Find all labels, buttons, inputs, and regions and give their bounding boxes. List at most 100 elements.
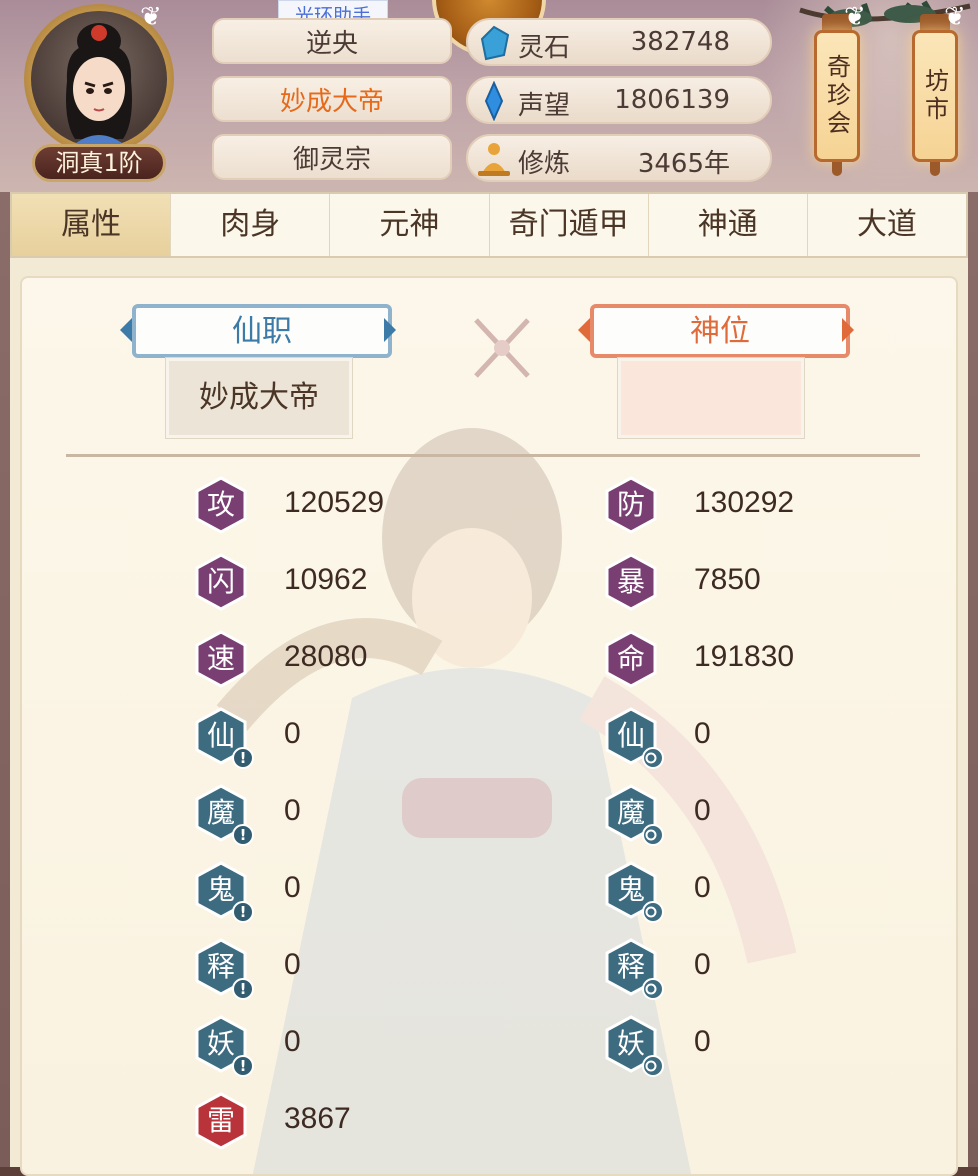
exclamation-badge-icon: ! [232,901,254,923]
player-name: 逆央 [305,28,358,59]
butterfly-icon: ❦ [844,2,866,32]
stat-value: 120529 [284,486,385,519]
lantern-market[interactable]: 坊市 [912,14,958,176]
tab-body[interactable]: 肉身 [171,194,331,256]
player-title-pill: 妙成大帝 [212,76,452,122]
stat-row: 仙! 0 [194,707,494,769]
prestige-crystal-icon [474,80,514,122]
stat-row: 妖! 0 [194,1015,494,1077]
circle-badge-icon [642,1055,664,1077]
tab-bar: 属性 肉身 元神 奇门遁甲 神通 大道 [10,192,968,258]
stat-value: 3867 [284,1102,351,1135]
stat-row: 鬼! 0 [194,861,494,923]
divine-rank-banner: 神位 [590,304,850,358]
stat-value: 0 [284,948,301,981]
tab-qimen-dunjia[interactable]: 奇门遁甲 [490,194,649,256]
stat-row: 魔! 0 [194,784,494,846]
stat-value: 0 [694,794,711,827]
stat-hex-icon[interactable]: 释! [194,938,254,1000]
stat-hex-icon[interactable]: 鬼 [604,861,664,923]
stat-value: 0 [284,794,301,827]
stat-hex-icon[interactable]: 防 [604,476,658,534]
frame-left [0,192,10,1167]
chevron-left-icon[interactable] [578,318,590,342]
tab-attributes[interactable]: 属性 [12,194,172,256]
resource-value: 3465年 [637,149,730,179]
stat-hex-icon[interactable]: 仙! [194,707,254,769]
exclamation-badge-icon: ! [232,747,254,769]
resource-label: 灵石 [518,33,571,63]
profile-header: 光环助手 洞真1阶 ❦ 逆央 妙成大帝 御灵宗 灵石 382748 声望 180… [0,0,978,192]
stat-row: 鬼0 [604,861,904,923]
lantern-treasure-auction[interactable]: 奇珍会 [814,14,860,176]
stat-glyph: 速 [206,642,235,675]
circle-badge-icon [642,824,664,846]
stat-hex-icon[interactable]: 闪 [194,553,248,611]
resource-value: 1806139 [614,85,730,115]
tab-spirit[interactable]: 元神 [330,194,490,256]
stat-glyph: 闪 [206,565,235,598]
resource-cultivation: 修炼 3465年 [466,134,772,182]
player-name-pill: 逆央 [212,18,452,64]
divine-rank-value [618,358,804,438]
stat-glyph: 防 [616,488,645,521]
stat-row: 暴 7850 [604,553,904,613]
immortal-post-banner: 仙职 [132,304,392,358]
stat-row: 雷 3867 [194,1092,494,1152]
stat-row: 攻 120529 [194,476,494,536]
stat-value: 0 [284,717,301,750]
chevron-right-icon[interactable] [384,318,396,342]
lantern-label: 奇珍会 [814,30,860,162]
attributes-card: 仙职 妙成大帝 神位 攻 120529 闪 10962 速 28080 仙! 0 魔! 0 鬼! 0 释… [20,276,958,1176]
section-divider [66,454,920,457]
stat-hex-icon[interactable]: 暴 [604,553,658,611]
stat-value: 0 [694,948,711,981]
circle-badge-icon [642,901,664,923]
butterfly-icon: ❦ [140,2,162,32]
lantern-tassel [930,162,940,176]
stat-value: 0 [284,871,301,904]
stat-row: 妖0 [604,1015,904,1077]
stat-row: 命 191830 [604,630,904,690]
player-sect-pill: 御灵宗 [212,134,452,180]
stat-value: 0 [694,871,711,904]
stat-glyph: 命 [616,642,645,675]
crossed-swords-icon [474,318,530,378]
stat-hex-icon[interactable]: 攻 [194,476,248,534]
stat-hex-icon[interactable]: 命 [604,630,658,688]
stat-glyph: 雷 [206,1104,235,1137]
stat-value: 0 [284,1025,301,1058]
resource-spirit-stone: 灵石 382748 [466,18,772,66]
stat-glyph: 攻 [206,488,235,521]
stat-row: 释! 0 [194,938,494,1000]
resource-label: 修炼 [518,149,571,179]
tab-great-dao[interactable]: 大道 [808,194,966,256]
spirit-stone-icon [474,23,514,63]
stat-hex-icon[interactable]: 妖! [194,1015,254,1077]
stat-hex-icon[interactable]: 速 [194,630,248,688]
circle-badge-icon [642,978,664,1000]
player-sect: 御灵宗 [292,144,371,175]
stat-glyph: 暴 [616,565,645,598]
stat-hex-icon[interactable]: 仙 [604,707,664,769]
stat-hex-icon[interactable]: 雷 [194,1092,248,1150]
circle-badge-icon [642,747,664,769]
stat-hex-icon[interactable]: 魔 [604,784,664,846]
frame-right [968,192,978,1167]
stat-value: 130292 [694,486,795,519]
immortal-post-value: 妙成大帝 [166,358,352,438]
stat-hex-icon[interactable]: 释 [604,938,664,1000]
resource-prestige: 声望 1806139 [466,76,772,124]
stat-hex-icon[interactable]: 魔! [194,784,254,846]
rank-badge: 洞真1阶 [32,144,166,182]
stat-row: 闪 10962 [194,553,494,613]
stat-hex-icon[interactable]: 妖 [604,1015,664,1077]
chevron-left-icon[interactable] [120,318,132,342]
butterfly-icon: ❦ [944,2,966,32]
cultivation-meditation-icon [474,139,514,179]
stat-hex-icon[interactable]: 鬼! [194,861,254,923]
stat-row: 释0 [604,938,904,1000]
tab-divine-powers[interactable]: 神通 [649,194,808,256]
stat-row: 防 130292 [604,476,904,536]
chevron-right-icon[interactable] [842,318,854,342]
